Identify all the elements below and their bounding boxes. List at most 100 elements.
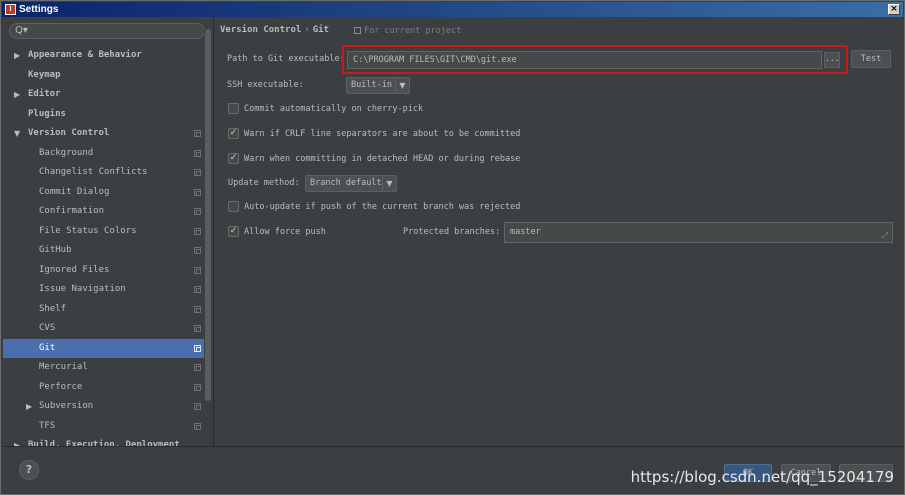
- sidebar-item-label: Issue Navigation: [39, 284, 126, 294]
- breadcrumb-parent[interactable]: Version Control: [220, 25, 301, 35]
- sidebar-item-confirmation[interactable]: Confirmation: [3, 202, 205, 222]
- help-button[interactable]: ?: [19, 460, 39, 480]
- sidebar-item-label: Subversion: [39, 401, 94, 411]
- copy-icon: [194, 149, 201, 157]
- sidebar-item-background[interactable]: Background: [3, 144, 205, 164]
- allow-force-push-label: Allow force push: [244, 227, 326, 237]
- settings-window: I Settings × Q▾ ▶ Appearance & Behavior Ke…: [0, 0, 905, 495]
- auto-update-label: Auto-update if push of the current branc…: [244, 202, 521, 212]
- sidebar-item-label: Perforce: [39, 381, 83, 392]
- copy-icon: [194, 286, 201, 293]
- sidebar-item-label: Commit Dialog: [39, 186, 110, 197]
- collapse-arrow-icon[interactable]: ▶: [26, 397, 32, 417]
- sidebar-item-shelf[interactable]: Shelf: [3, 300, 205, 320]
- sidebar-item-perforce[interactable]: Perforce: [3, 378, 205, 398]
- git-settings-panel: Version Control › Git For current project …: [214, 18, 904, 446]
- sidebar-item-label: TFS: [39, 420, 56, 431]
- sidebar-item-label: Plugins: [28, 108, 66, 119]
- auto-update-checkbox[interactable]: [228, 201, 239, 212]
- project-scope-label: For current project: [364, 26, 462, 36]
- expand-icon[interactable]: ⤢: [882, 226, 888, 245]
- sidebar-item-changelist-conflicts[interactable]: Changelist Conflicts: [3, 163, 205, 183]
- copy-icon: [194, 344, 201, 352]
- chevron-down-icon: ▼: [382, 176, 396, 191]
- close-icon[interactable]: ×: [888, 4, 900, 15]
- sidebar-item-cvs[interactable]: CVS: [3, 319, 205, 339]
- copy-icon: [194, 169, 201, 176]
- sidebar-item-label: Ignored Files: [39, 264, 110, 275]
- expand-arrow-icon[interactable]: ▼: [14, 124, 20, 144]
- cherry-pick-label: Commit automatically on cherry-pick: [244, 104, 424, 114]
- copy-icon: [194, 266, 201, 274]
- copy-icon: [194, 208, 201, 215]
- sidebar-item-github[interactable]: GitHub: [3, 241, 205, 261]
- update-method-label: Update method:: [228, 178, 300, 188]
- search-icon: Q▾: [15, 25, 28, 36]
- copy-icon: [194, 227, 201, 235]
- sidebar-item-label: Appearance & Behavior: [28, 50, 142, 60]
- copy-icon: [194, 305, 201, 313]
- copy-icon: [194, 325, 201, 332]
- sidebar-item-build-execution-deployment[interactable]: ▶ Build, Execution, Deployment: [3, 436, 205, 446]
- sidebar-item-issue-navigation[interactable]: Issue Navigation: [3, 280, 205, 300]
- sidebar-item-label: Editor: [28, 89, 61, 99]
- sidebar-item-commit-dialog[interactable]: Commit Dialog: [3, 183, 205, 203]
- update-method-value: Branch default: [310, 178, 382, 188]
- sidebar-item-git[interactable]: Git: [3, 338, 205, 358]
- sidebar-item-subversion[interactable]: ▶ Subversion: [3, 397, 205, 417]
- test-button[interactable]: Test: [851, 50, 891, 68]
- sidebar-item-plugins[interactable]: Plugins: [3, 105, 205, 125]
- sidebar-item-label: Keymap: [28, 69, 61, 80]
- sidebar-scrollbar-thumb[interactable]: [205, 29, 211, 401]
- copy-icon: [194, 247, 201, 254]
- ssh-executable-value: Built-in: [351, 80, 392, 90]
- settings-tree: ▶ Appearance & Behavior Keymap ▶ Editor Plugi…: [3, 46, 205, 446]
- sidebar-item-mercurial[interactable]: Mercurial: [3, 358, 205, 378]
- watermark-text: https://blog.csdn.net/qq_15204179: [630, 468, 894, 486]
- sidebar-item-label: Changelist Conflicts: [39, 167, 148, 177]
- breadcrumb-current: Git: [312, 25, 329, 35]
- warn-crlf-checkbox[interactable]: ✓: [228, 128, 239, 139]
- cherry-pick-checkbox[interactable]: [228, 103, 239, 114]
- update-method-select[interactable]: Branch default ▼: [305, 175, 397, 192]
- copy-icon: [354, 27, 361, 34]
- copy-icon: [194, 383, 201, 391]
- ssh-executable-label: SSH executable:: [227, 80, 304, 90]
- sidebar-item-label: Shelf: [39, 303, 67, 314]
- search-input[interactable]: Q▾: [9, 23, 205, 39]
- app-icon: I: [5, 4, 16, 15]
- collapse-arrow-icon[interactable]: ▶: [14, 85, 20, 105]
- highlight-outline: [342, 45, 848, 74]
- sidebar-item-appearance-behavior[interactable]: ▶ Appearance & Behavior: [3, 46, 205, 66]
- sidebar-item-label: CVS: [39, 323, 56, 333]
- sidebar-item-label: GitHub: [39, 245, 72, 255]
- settings-sidebar: Q▾ ▶ Appearance & Behavior Keymap ▶ Editor Pl…: [3, 18, 213, 446]
- copy-icon: [194, 188, 201, 196]
- project-scope-note: For current project: [354, 26, 461, 36]
- sidebar-item-file-status-colors[interactable]: File Status Colors: [3, 222, 205, 242]
- chevron-down-icon: ▼: [395, 78, 409, 93]
- collapse-arrow-icon[interactable]: ▶: [14, 46, 20, 66]
- ssh-executable-select[interactable]: Built-in ▼: [346, 77, 410, 94]
- dialog-footer: ? OK Cancel https://blog.csdn.net/qq_152…: [3, 446, 904, 494]
- sidebar-item-ignored-files[interactable]: Ignored Files: [3, 261, 205, 281]
- allow-force-push-checkbox[interactable]: ✓: [228, 226, 239, 237]
- breadcrumb: Version Control › Git: [220, 25, 329, 35]
- warn-detached-checkbox[interactable]: ✓: [228, 153, 239, 164]
- sidebar-item-editor[interactable]: ▶ Editor: [3, 85, 205, 105]
- sidebar-item-label: Mercurial: [39, 362, 88, 372]
- sidebar-item-keymap[interactable]: Keymap: [3, 66, 205, 86]
- protected-branches-field[interactable]: master ⤢: [504, 222, 893, 243]
- breadcrumb-separator: ›: [304, 25, 310, 35]
- sidebar-item-label: Version Control: [28, 128, 110, 138]
- window-title: Settings: [19, 4, 59, 15]
- copy-icon: [194, 403, 201, 410]
- sidebar-item-label: Background: [39, 147, 94, 158]
- warn-detached-label: Warn when committing in detached HEAD or…: [244, 154, 521, 164]
- title-bar: I Settings ×: [2, 2, 903, 17]
- collapse-arrow-icon[interactable]: ▶: [14, 436, 20, 446]
- sidebar-item-tfs[interactable]: TFS: [3, 417, 205, 437]
- sidebar-item-label: File Status Colors: [39, 225, 137, 236]
- copy-icon: [194, 422, 201, 430]
- sidebar-item-version-control[interactable]: ▼ Version Control: [3, 124, 205, 144]
